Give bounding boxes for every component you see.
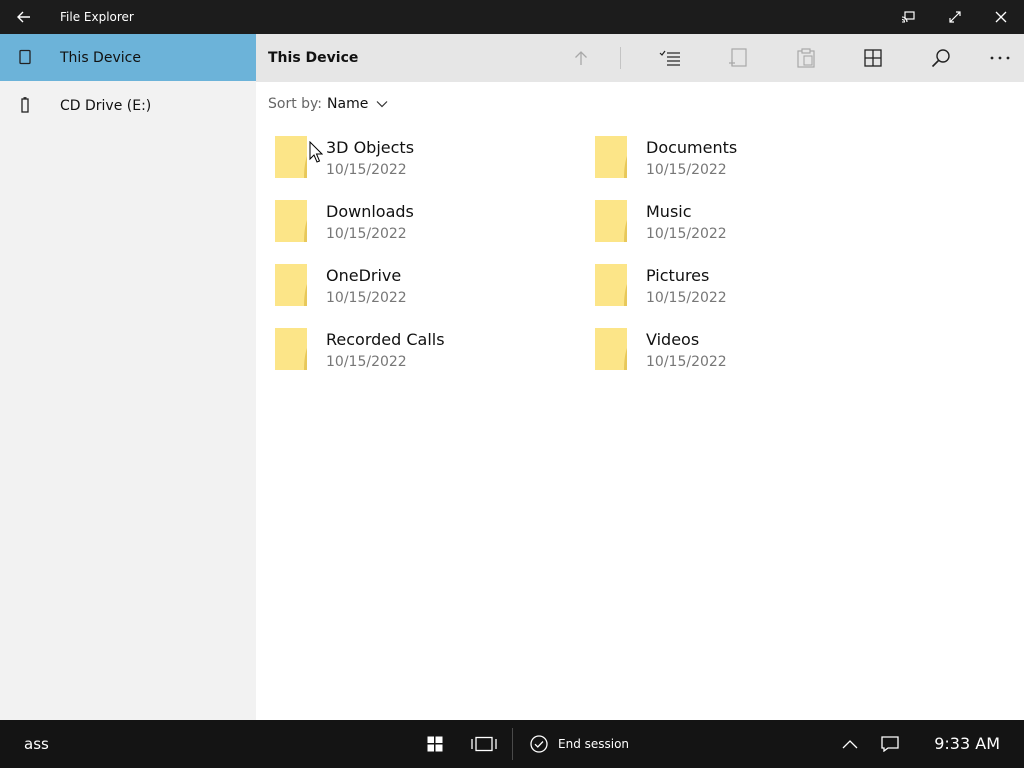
folder-date: 10/15/2022 [326, 226, 407, 242]
folder-name: Documents [646, 138, 738, 157]
folder-date: 10/15/2022 [646, 162, 727, 178]
window-title: File Explorer [60, 10, 134, 24]
folder-date: 10/15/2022 [326, 354, 407, 370]
close-icon [995, 11, 1007, 23]
folder-grid: 3D Objects 10/15/2022 Documents 10/15/20… [270, 130, 930, 390]
view-button[interactable] [856, 42, 890, 74]
sidebar: This Device CD Drive (E:) [0, 34, 256, 720]
taskbar: ass End session 9:33 AM [0, 720, 1024, 768]
folder-date: 10/15/2022 [646, 226, 727, 242]
taskbar-divider [512, 728, 513, 760]
folder-name: Recorded Calls [326, 330, 445, 349]
view-grid-icon [864, 49, 882, 67]
folder-name: 3D Objects [326, 138, 415, 157]
back-arrow-icon [17, 11, 30, 23]
search-icon [931, 49, 950, 68]
folder-date: 10/15/2022 [326, 290, 407, 306]
folder-icon [275, 328, 307, 370]
sidebar-item-cd-drive[interactable]: CD Drive (E:) [0, 82, 256, 129]
user-name: ass [24, 735, 49, 753]
folder-downloads[interactable]: Downloads 10/15/2022 [270, 194, 570, 254]
folder-icon [275, 264, 307, 306]
select-button[interactable] [653, 42, 687, 74]
folder-icon [595, 264, 627, 306]
clock: 9:33 AM [934, 734, 1000, 753]
folder-name: Music [646, 202, 692, 221]
folder-icon [275, 136, 307, 178]
folder-music[interactable]: Music 10/15/2022 [590, 194, 890, 254]
folder-icon [595, 328, 627, 370]
folder-onedrive[interactable]: OneDrive 10/15/2022 [270, 258, 570, 318]
maximize-button[interactable] [938, 2, 972, 32]
up-button[interactable] [564, 42, 598, 74]
folder-pictures[interactable]: Pictures 10/15/2022 [590, 258, 890, 318]
drive-icon [16, 96, 34, 114]
folder-date: 10/15/2022 [646, 290, 727, 306]
check-circle-icon [530, 735, 548, 753]
folder-date: 10/15/2022 [326, 162, 407, 178]
folder-icon [595, 136, 627, 178]
more-icon [990, 56, 1010, 60]
sort-label: Sort by: [268, 96, 323, 112]
folder-videos[interactable]: Videos 10/15/2022 [590, 322, 890, 382]
sidebar-item-label: CD Drive (E:) [60, 97, 152, 114]
close-button[interactable] [984, 2, 1018, 32]
folder-documents[interactable]: Documents 10/15/2022 [590, 130, 890, 190]
start-button[interactable] [419, 728, 451, 760]
end-session-label: End session [558, 737, 630, 751]
folder-icon [275, 200, 307, 242]
expand-icon [949, 11, 961, 23]
back-button[interactable] [8, 2, 40, 32]
notification-icon [881, 736, 899, 752]
windows-icon [427, 736, 443, 752]
mouse-cursor-icon [309, 141, 323, 163]
folder-name: OneDrive [326, 266, 402, 285]
toolbar-divider [620, 47, 621, 69]
cast-icon [901, 11, 915, 23]
up-arrow-icon [575, 51, 587, 65]
end-session-button[interactable]: End session [530, 720, 629, 768]
show-hidden-icons-button[interactable] [834, 728, 866, 760]
folder-name: Pictures [646, 266, 710, 285]
select-list-icon [659, 50, 680, 66]
sidebar-item-this-device[interactable]: This Device [0, 34, 256, 81]
toolbar: This Device [256, 34, 1024, 82]
copy-icon [729, 48, 747, 67]
breadcrumb: This Device [268, 50, 359, 66]
task-view-button[interactable] [468, 728, 500, 760]
paste-button[interactable] [789, 42, 823, 74]
sidebar-item-label: This Device [60, 49, 141, 66]
folder-name: Downloads [326, 202, 414, 221]
task-view-icon [471, 736, 497, 752]
action-center-button[interactable] [874, 728, 906, 760]
tablet-icon [16, 48, 34, 66]
folder-date: 10/15/2022 [646, 354, 727, 370]
folder-name: Videos [646, 330, 700, 349]
folder-icon [595, 200, 627, 242]
chevron-down-icon [376, 100, 388, 108]
folder-recorded-calls[interactable]: Recorded Calls 10/15/2022 [270, 322, 570, 382]
more-button[interactable] [983, 42, 1017, 74]
title-bar: File Explorer [0, 0, 1024, 34]
copy-button[interactable] [721, 42, 755, 74]
cast-button[interactable] [891, 2, 925, 32]
paste-icon [797, 48, 815, 68]
sort-dropdown[interactable]: Sort by: Name [268, 94, 388, 114]
search-button[interactable] [924, 42, 958, 74]
sort-value: Name [327, 96, 369, 112]
chevron-up-icon [842, 740, 858, 749]
